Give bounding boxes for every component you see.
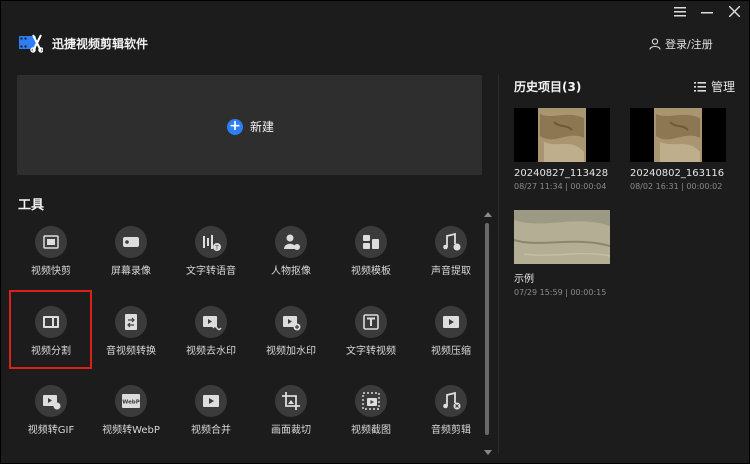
app-title: 迅捷视频剪辑软件 [52, 37, 149, 51]
history-title: 历史项目(3) [514, 80, 582, 94]
app-logo-icon [19, 34, 43, 53]
tool-label: 视频快剪 [31, 266, 71, 277]
video-split-highlight [9, 290, 92, 369]
hamburger-icon [674, 7, 686, 17]
tools-section-title: 工具 [18, 198, 45, 213]
tool-label: 视频转GIF [27, 425, 75, 436]
tool-template[interactable]: 视频模板 [331, 220, 411, 282]
history-thumbnail [630, 108, 726, 162]
tool-label: 视频截图 [351, 425, 391, 436]
history-thumbnail [514, 108, 610, 162]
tool-person-cutout[interactable]: 人物抠像 [251, 220, 331, 282]
menu-button[interactable] [670, 5, 690, 23]
tool-screen-record[interactable]: 屏幕录像 [91, 220, 171, 282]
crop-icon [275, 385, 307, 417]
svg-text:T: T [214, 245, 219, 252]
film-icon [35, 226, 67, 258]
music-extract-icon [435, 226, 467, 258]
close-icon [728, 5, 740, 18]
login-button[interactable]: 登录/注册 [649, 36, 713, 52]
user-icon [649, 38, 661, 50]
history-item-name: 20240802_163116 [630, 168, 725, 179]
tool-merge[interactable]: 视频合并 [171, 379, 251, 441]
history-item[interactable]: 20240802_163116 08/02 16:31 | 00:00:02 [630, 108, 728, 191]
tool-convert[interactable]: 音视频转换 [91, 300, 171, 362]
compress-icon [435, 306, 467, 338]
tool-label: 视频合并 [191, 425, 231, 436]
tool-text-to-video[interactable]: 文字转视频 [331, 300, 411, 362]
history-item-meta: 08/27 11:34 | 00:00:04 [514, 182, 607, 191]
history-item-name: 20240827_113428 [514, 168, 609, 179]
tool-add-watermark[interactable]: 视频加水印 [251, 300, 331, 362]
text-to-video-icon [355, 306, 387, 338]
tool-label: 屏幕录像 [111, 266, 151, 277]
history-item[interactable]: 20240827_113428 08/27 11:34 | 00:00:04 [514, 108, 612, 191]
tool-text-to-speech[interactable]: T 文字转语音 [171, 220, 251, 282]
svg-text:WebP: WebP [122, 400, 140, 406]
app-window: 迅捷视频剪辑软件 登录/注册 + 新建 工具 视频快剪 屏幕录像 T 文字转语音 人物抠… [0, 0, 750, 464]
tool-audio-edit[interactable]: 音频剪辑 [411, 379, 491, 441]
scroll-thumb[interactable] [485, 223, 489, 435]
new-project-label: 新建 [250, 120, 275, 134]
tool-label: 视频加水印 [266, 346, 316, 357]
scroll-down-arrow-icon[interactable] [484, 450, 492, 455]
gif-icon [35, 385, 67, 417]
merge-icon [195, 385, 227, 417]
tool-label: 音视频转换 [106, 346, 156, 357]
tool-screenshot[interactable]: 视频截图 [331, 379, 411, 441]
close-button[interactable] [724, 5, 744, 23]
audio-edit-icon [435, 385, 467, 417]
tool-label: 视频去水印 [186, 346, 236, 357]
tool-film[interactable]: 视频快剪 [11, 220, 91, 282]
tool-compress[interactable]: 视频压缩 [411, 300, 491, 362]
minimize-button[interactable] [697, 5, 717, 23]
convert-icon [115, 306, 147, 338]
tool-label: 文字转视频 [346, 346, 396, 357]
plus-icon: + [227, 118, 243, 135]
screenshot-icon [355, 385, 387, 417]
screen-record-icon [115, 226, 147, 258]
tool-label: 文字转语音 [186, 266, 236, 277]
tool-remove-watermark[interactable]: 视频去水印 [171, 300, 251, 362]
history-item-name: 示例 [514, 274, 534, 285]
new-project-button[interactable]: + 新建 [227, 118, 274, 135]
history-item-meta: 07/29 15:59 | 00:00:15 [514, 288, 607, 297]
tool-label: 人物抠像 [271, 266, 311, 277]
panel-divider [498, 75, 499, 453]
tool-label: 视频模板 [351, 266, 391, 277]
list-icon [694, 81, 706, 92]
person-cutout-icon [275, 226, 307, 258]
text-to-speech-icon: T [195, 226, 227, 258]
history-thumbnail [514, 210, 610, 264]
tool-music-extract[interactable]: 声音提取 [411, 220, 491, 282]
minimize-icon [701, 12, 713, 14]
add-watermark-icon [275, 306, 307, 338]
tool-label: 视频转WebP [102, 425, 160, 436]
login-label: 登录/注册 [665, 38, 713, 51]
scroll-up-arrow-icon[interactable] [484, 212, 492, 217]
manage-button[interactable]: 管理 [694, 78, 735, 95]
history-item[interactable]: 示例 07/29 15:59 | 00:00:15 [514, 210, 612, 297]
tool-label: 画面裁切 [271, 425, 311, 436]
tool-crop[interactable]: 画面裁切 [251, 379, 331, 441]
remove-watermark-icon [195, 306, 227, 338]
manage-label: 管理 [711, 80, 736, 94]
webp-icon: WebP [115, 385, 147, 417]
tool-gif[interactable]: 视频转GIF [11, 379, 91, 441]
template-icon [355, 226, 387, 258]
history-item-meta: 08/02 16:31 | 00:00:02 [630, 182, 723, 191]
tool-webp[interactable]: WebP 视频转WebP [91, 379, 171, 441]
